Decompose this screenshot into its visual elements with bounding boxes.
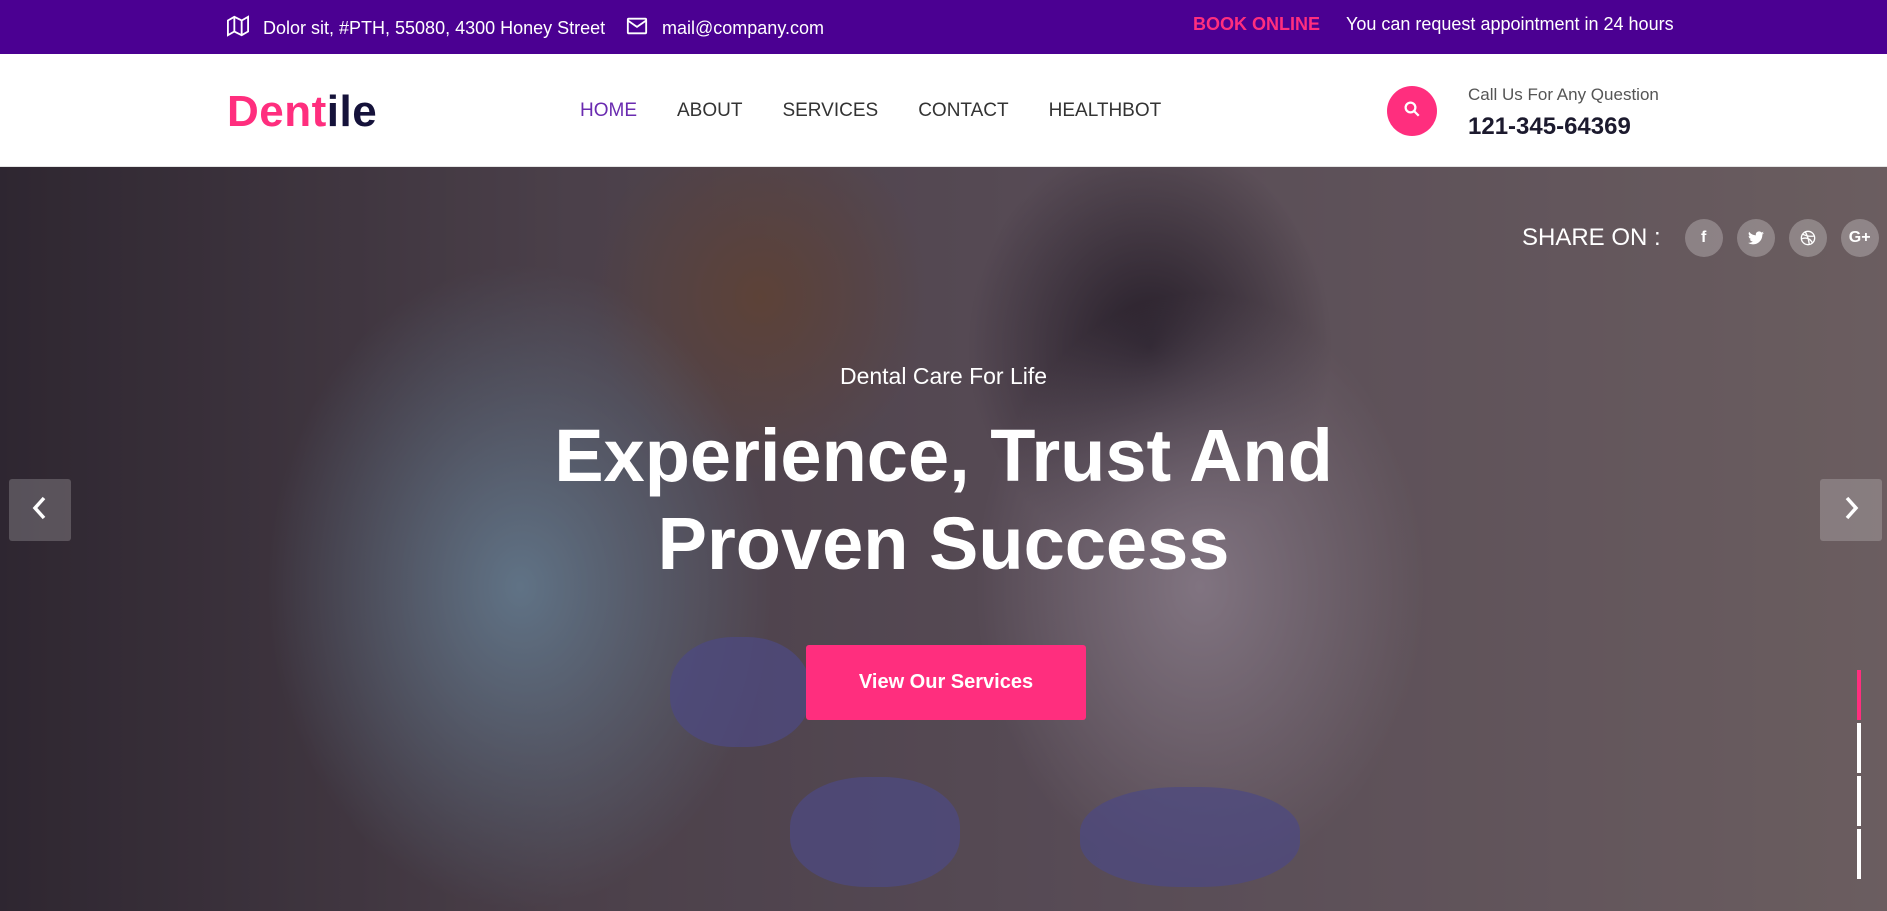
slider-next-button[interactable] <box>1820 479 1882 541</box>
hero-headline-line-2: Proven Success <box>657 502 1230 585</box>
slider-prev-button[interactable] <box>9 479 71 541</box>
nav-services[interactable]: SERVICES <box>782 100 878 122</box>
logo-part-2: ile <box>326 87 378 136</box>
hero-headline-line-1: Experience, Trust And <box>554 414 1333 497</box>
hero-subtitle: Dental Care For Life <box>839 363 1048 389</box>
nav-contact[interactable]: CONTACT <box>918 100 1008 122</box>
twitter-icon[interactable] <box>1736 219 1775 257</box>
share-bar: SHARE ON : f G+ <box>1522 219 1879 257</box>
top-bar: Dolor sit, #PTH, 55080, 4300 Honey Stree… <box>0 0 1887 54</box>
hero-slider: SHARE ON : f G+ Dental Care For Life Exp… <box>0 167 1887 911</box>
logo-part-1: Dent <box>227 87 327 136</box>
map-icon <box>227 15 249 42</box>
nav-healthbot[interactable]: HEALTHBOT <box>1049 100 1162 122</box>
dribbble-icon[interactable] <box>1788 219 1827 257</box>
nav-home[interactable]: HOME <box>580 100 637 122</box>
main-nav: HOME ABOUT SERVICES CONTACT HEALTHBOT <box>580 100 1161 122</box>
view-services-button[interactable]: View Our Services <box>806 645 1086 720</box>
mail-icon <box>626 15 648 42</box>
nav-about[interactable]: ABOUT <box>677 100 742 122</box>
address-info: Dolor sit, #PTH, 55080, 4300 Honey Stree… <box>227 15 605 42</box>
appointment-note: You can request appointment in 24 hours <box>1346 14 1674 34</box>
main-header: Dentile HOME ABOUT SERVICES CONTACT HEAL… <box>0 54 1887 167</box>
hero-headline: Experience, Trust And Proven Success <box>0 412 1887 588</box>
chevron-right-icon <box>1840 495 1862 526</box>
share-label: SHARE ON : <box>1522 224 1661 251</box>
slide-indicator-4[interactable] <box>1857 829 1861 879</box>
call-question: Call Us For Any Question <box>1468 85 1659 104</box>
email-info[interactable]: mail@company.com <box>626 15 824 42</box>
chevron-left-icon <box>29 495 51 526</box>
slide-indicator-1[interactable] <box>1857 670 1861 720</box>
google-plus-icon[interactable]: G+ <box>1840 219 1879 257</box>
facebook-icon[interactable]: f <box>1684 219 1723 257</box>
email-text[interactable]: mail@company.com <box>662 18 824 39</box>
search-icon <box>1403 100 1421 123</box>
site-logo[interactable]: Dentile <box>227 87 377 137</box>
slider-indicators <box>1857 670 1861 879</box>
slide-indicator-3[interactable] <box>1857 776 1861 826</box>
address-text: Dolor sit, #PTH, 55080, 4300 Honey Stree… <box>263 18 606 38</box>
search-button[interactable] <box>1387 86 1437 136</box>
call-number[interactable]: 121-345-64369 <box>1468 113 1631 141</box>
slide-indicator-2[interactable] <box>1857 723 1861 773</box>
book-online-link[interactable]: BOOK ONLINE <box>1193 14 1320 35</box>
